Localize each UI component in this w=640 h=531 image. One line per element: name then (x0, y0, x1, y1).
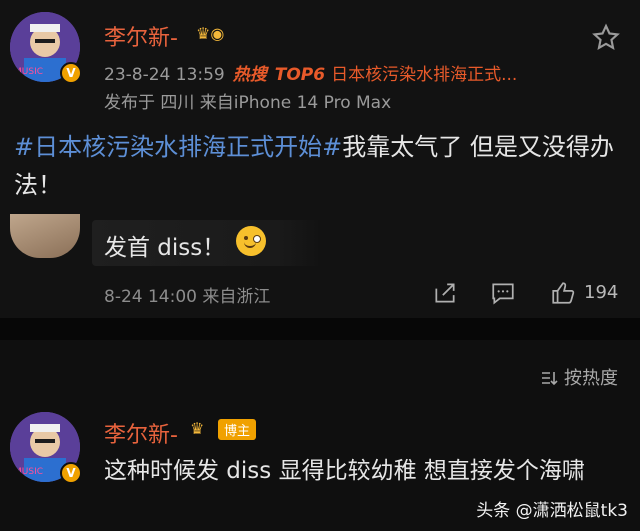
star-icon[interactable] (590, 22, 622, 54)
wink-emoji-icon (236, 226, 266, 256)
reply-author-name[interactable]: 李尔新- (104, 417, 178, 449)
hot-search-tag[interactable]: 热搜 (233, 65, 267, 85)
section-divider (0, 318, 640, 340)
share-icon[interactable] (432, 280, 458, 306)
sort-toggle[interactable]: 按热度 (540, 364, 618, 390)
sort-label: 按热度 (564, 368, 618, 389)
verified-icon: V (60, 62, 82, 84)
svg-text:MUSIC: MUSIC (14, 67, 43, 77)
author-name[interactable]: 李尔新- (104, 20, 178, 52)
blogger-badge: 博主 (218, 419, 257, 440)
sort-icon (542, 372, 558, 386)
post-timestamp: 23-8-24 13:59 (104, 65, 225, 85)
crown-icon: ♛◉ (196, 24, 225, 43)
comment-text: 发首 diss！ (104, 235, 226, 261)
svg-text:MUSIC: MUSIC (14, 467, 43, 477)
like-icon[interactable] (550, 280, 576, 306)
watermark: 头条 @潇洒松鼠tk3 (476, 501, 628, 521)
comment-meta: 8-24 14:00 来自浙江 (104, 287, 271, 307)
post-card: MUSIC V 李尔新- ♛◉ 23-8-24 13:59 热搜 TOP6 日本核污染… (0, 0, 640, 318)
reply-crown-icon: ♛ (190, 419, 205, 438)
location-device: 发布于 四川 来自iPhone 14 Pro Max (104, 93, 392, 113)
reply-text: 这种时候发 diss 显得比较幼稚 想直接发个海啸 (104, 458, 585, 484)
post-meta-line: 23-8-24 13:59 热搜 TOP6 日本核污染水排海正式... (104, 60, 517, 85)
top-rank-tag[interactable]: TOP6 (275, 65, 325, 85)
like-count: 194 (584, 282, 619, 303)
reply-verified-icon: V (60, 462, 82, 484)
post-body: #日本核污染水排海正式开始#我靠太气了 但是又没得办法！ (14, 128, 626, 204)
comment-icon[interactable] (490, 280, 516, 306)
hashtag-link[interactable]: #日本核污染水排海正式开始# (14, 133, 342, 161)
hot-topic-link[interactable]: 日本核污染水排海正式... (331, 65, 517, 85)
commenter-avatar[interactable] (10, 214, 80, 258)
